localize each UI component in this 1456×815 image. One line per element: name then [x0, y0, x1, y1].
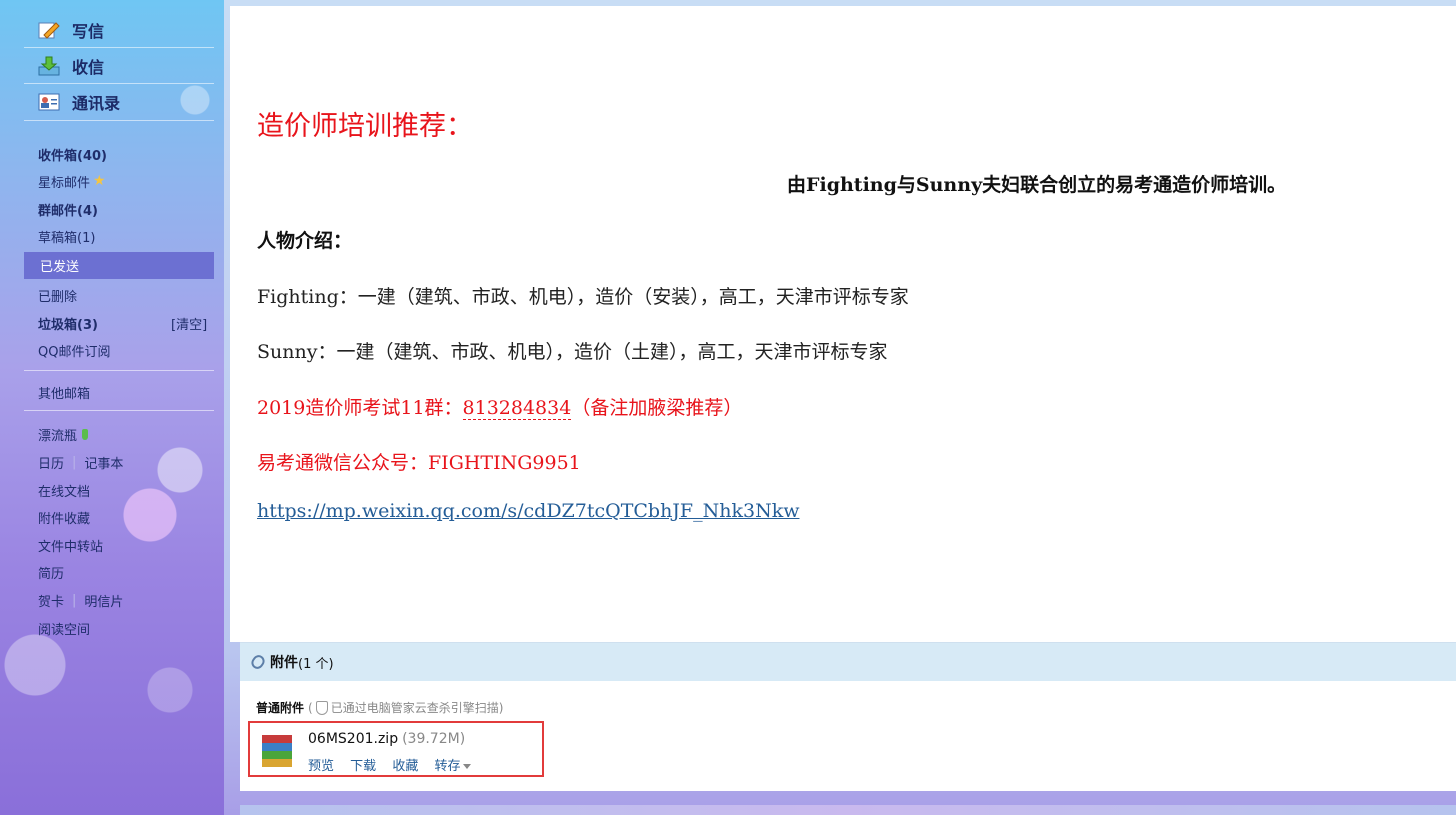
bottom-toolbar	[240, 805, 1456, 815]
file-name[interactable]: 06MS201.zip	[308, 731, 398, 747]
file-name-line: 06MS201.zip (39.72M)	[308, 731, 465, 747]
folder-starred-label: 星标邮件	[38, 175, 91, 191]
attachment-title: 附件	[270, 655, 298, 671]
app-notes[interactable]: 记事本	[84, 453, 123, 472]
folder-junk[interactable]: 垃圾箱(3)	[38, 312, 98, 334]
people-title: 人物介绍：	[257, 230, 353, 252]
divider	[24, 120, 214, 121]
app-card-postcard: 贺卡 | 明信片	[38, 589, 123, 611]
group-number[interactable]: 813284834	[462, 397, 572, 420]
paperclip-icon	[249, 652, 267, 672]
divider	[24, 410, 214, 411]
contacts-label: 通讯录	[72, 94, 121, 113]
app-reading[interactable]: 阅读空间	[38, 617, 90, 639]
file-size: (39.72M)	[402, 731, 466, 747]
folder-drafts[interactable]: 草稿箱(1)	[38, 225, 95, 247]
folder-starred[interactable]: 星标邮件 ★	[38, 170, 106, 192]
folder-inbox[interactable]: 收件箱(40)	[38, 143, 107, 165]
pencil-icon	[38, 20, 60, 40]
app-bottle[interactable]: 漂流瓶	[38, 423, 89, 445]
app-calendar-notes: 日历 | 记事本	[38, 451, 123, 473]
group-suffix: （备注加腋梁推荐）	[571, 397, 743, 419]
receive-label: 收信	[72, 58, 105, 77]
inbox-download-icon	[38, 56, 60, 76]
message-intro: 由Fighting与Sunny夫妇联合创立的易考通造价师培训。	[787, 174, 1287, 196]
folder-group[interactable]: 群邮件(4)	[38, 198, 98, 220]
attachment-panel: 附件 (1 个) 普通附件 ( 已通过电脑管家云查杀引擎扫描) 06MS201.…	[240, 642, 1456, 791]
article-link[interactable]: https://mp.weixin.qq.com/s/cdDZ7tcQTCbhJ…	[257, 500, 799, 522]
folder-subscribe[interactable]: QQ邮件订阅	[38, 339, 110, 361]
attachment-header: 附件 (1 个)	[240, 643, 1456, 681]
app-bottle-label: 漂流瓶	[38, 428, 78, 444]
app-docs[interactable]: 在线文档	[38, 479, 90, 501]
app-card[interactable]: 贺卡	[38, 591, 64, 610]
chevron-down-icon[interactable]	[463, 764, 472, 769]
attachment-section-title: 普通附件	[256, 701, 305, 715]
receive-button[interactable]: 收信	[38, 53, 104, 79]
clear-junk-link[interactable]: [清空]	[171, 314, 207, 333]
separator: |	[72, 454, 77, 470]
folder-other[interactable]: 其他邮箱	[38, 381, 90, 403]
app-calendar[interactable]: 日历	[38, 453, 64, 472]
divider	[24, 47, 214, 48]
folder-sent[interactable]: 已发送	[24, 252, 214, 279]
group-prefix: 2019造价师考试11群：	[257, 397, 463, 419]
sidebar: 写信 收信 通讯录 收件箱(40) 星标邮件 ★ 群邮件(4) 草稿箱(1) 已…	[0, 0, 224, 815]
wechat-line: 易考通微信公众号：FIGHTING9951	[257, 452, 581, 474]
star-icon: ★	[93, 173, 106, 189]
address-book-icon	[38, 92, 60, 112]
zip-archive-icon	[262, 733, 292, 769]
attachment-count: (1 个)	[298, 656, 334, 672]
contacts-button[interactable]: 通讯录	[38, 89, 120, 115]
collect-button[interactable]: 收藏	[392, 759, 418, 774]
divider	[24, 83, 214, 84]
folder-deleted[interactable]: 已删除	[38, 284, 77, 306]
fighting-intro: Fighting：一建（建筑、市政、机电），造价（安装），高工，天津市评标专家	[257, 286, 909, 308]
compose-label: 写信	[72, 22, 105, 41]
preview-button[interactable]: 预览	[308, 759, 334, 774]
app-resume[interactable]: 简历	[38, 561, 64, 583]
download-button[interactable]: 下载	[350, 759, 376, 774]
save-to-button[interactable]: 转存	[434, 759, 460, 774]
separator: |	[72, 592, 77, 608]
file-actions: 预览 下载 收藏 转存	[308, 755, 472, 774]
compose-button[interactable]: 写信	[38, 17, 104, 43]
app-attach-collect[interactable]: 附件收藏	[38, 506, 90, 528]
app-transfer[interactable]: 文件中转站	[38, 534, 103, 556]
message-body: 造价师培训推荐： 由Fighting与Sunny夫妇联合创立的易考通造价师培训。…	[230, 6, 1456, 642]
shield-icon	[315, 700, 328, 715]
divider	[24, 370, 214, 371]
attachment-section: 普通附件 ( 已通过电脑管家云查杀引擎扫描)	[256, 699, 503, 716]
attachment-file: 06MS201.zip (39.72M) 预览 下载 收藏 转存	[248, 721, 544, 777]
scan-note: 已通过电脑管家云查杀引擎扫描)	[330, 701, 504, 715]
bottle-icon	[82, 428, 89, 440]
scan-open: (	[308, 700, 313, 715]
message-heading: 造价师培训推荐：	[257, 111, 473, 142]
group-line: 2019造价师考试11群：813284834（备注加腋梁推荐）	[257, 393, 742, 420]
app-postcard[interactable]: 明信片	[84, 591, 123, 610]
sunny-intro: Sunny：一建（建筑、市政、机电），造价（土建），高工，天津市评标专家	[257, 341, 888, 363]
